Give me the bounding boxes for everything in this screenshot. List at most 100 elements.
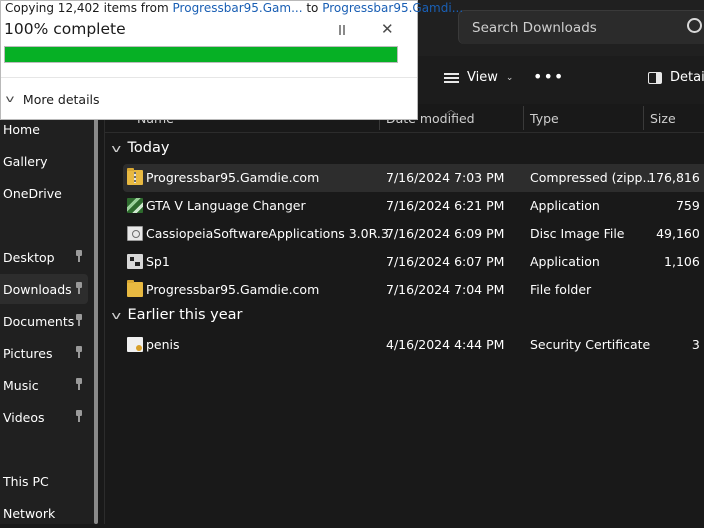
gta-app-icon	[127, 198, 143, 213]
table-row[interactable]: penis 4/16/2024 4:44 PM Security Certifica…	[123, 331, 704, 359]
file-name: CassiopeiaSoftwareApplications 3.0R.3	[146, 226, 389, 241]
dialog-divider	[1, 77, 417, 78]
view-label: View	[467, 70, 498, 85]
source-link[interactable]: Progressbar95.Gam...	[173, 1, 303, 15]
pin-icon	[74, 410, 84, 422]
copy-prefix: Copying 12,402 items from	[5, 1, 173, 15]
search-box[interactable]: Search Downloads	[458, 10, 704, 44]
file-size: 49,160 K	[656, 226, 704, 241]
file-name: GTA V Language Changer	[146, 198, 306, 213]
file-date: 4/16/2024 4:44 PM	[386, 337, 505, 352]
sidebar-item-gallery[interactable]: Gallery	[0, 146, 88, 176]
details-label: Details	[670, 70, 704, 85]
file-type: Application	[530, 254, 600, 269]
file-name: Progressbar95.Gamdie.com	[146, 170, 320, 185]
table-row[interactable]: Progressbar95.Gamdie.com 7/16/2024 7:03 P…	[123, 164, 704, 192]
file-type: Security Certificate	[530, 337, 651, 352]
file-date: 7/16/2024 6:09 PM	[386, 226, 505, 241]
group-label: Today	[127, 140, 170, 156]
search-icon[interactable]	[687, 18, 702, 33]
sidebar-item-this-pc[interactable]: This PC	[0, 466, 88, 496]
more-details-toggle[interactable]: v More details	[5, 92, 100, 107]
pin-icon	[74, 250, 84, 262]
navigation-pane: Home Gallery OneDrive Desktop Downloads Docum…	[0, 104, 96, 524]
progress-bar	[4, 46, 398, 63]
file-list: ︿ Name Date modified Type Size vTodayPro…	[105, 104, 704, 524]
close-icon[interactable]: ✕	[381, 20, 394, 38]
sidebar-item-label: Pictures	[3, 345, 53, 361]
sidebar-item-desktop[interactable]: Desktop	[0, 242, 88, 272]
sidebar-item-label: Downloads	[3, 281, 72, 297]
sidebar-item-label: Music	[3, 377, 39, 393]
file-size: 3 K	[691, 337, 704, 352]
table-row[interactable]: Progressbar95.Gamdie.com 7/16/2024 7:04 P…	[123, 276, 704, 304]
file-size: 759 K	[675, 198, 704, 213]
file-date: 7/16/2024 7:03 PM	[386, 170, 505, 185]
file-name: Sp1	[146, 254, 170, 269]
sidebar-item-label: This PC	[3, 473, 49, 489]
sidebar-item-music[interactable]: Music	[0, 370, 88, 400]
percent-complete: 100% complete	[4, 20, 126, 38]
pin-icon	[74, 346, 84, 358]
file-type: Compressed (zipp...	[530, 170, 655, 185]
disc-image-icon	[127, 226, 143, 241]
sidebar-item-pictures[interactable]: Pictures	[0, 338, 88, 368]
table-row[interactable]: Sp1 7/16/2024 6:07 PM Application 1,106 K	[123, 248, 704, 276]
sidebar-item-label: Videos	[3, 409, 45, 425]
pin-icon	[74, 314, 84, 326]
sidebar-item-label: Gallery	[3, 153, 48, 169]
copy-progress-dialog: Copying 12,402 items from Progressbar95.…	[0, 0, 463, 120]
to-word: to	[302, 1, 323, 15]
sidebar-item-label: OneDrive	[3, 185, 62, 201]
column-header-size[interactable]: Size	[650, 111, 676, 126]
more-details-label: More details	[22, 92, 100, 107]
destination-link[interactable]: Progressbar95.Gamdi...	[322, 1, 463, 15]
file-type: Disc Image File	[530, 226, 625, 241]
details-pane-icon	[648, 71, 662, 84]
file-name: penis	[146, 337, 180, 352]
file-name: Progressbar95.Gamdie.com	[146, 282, 320, 297]
column-separator[interactable]	[523, 106, 524, 130]
file-date: 7/16/2024 7:04 PM	[386, 282, 505, 297]
more-options-button[interactable]: •••	[533, 67, 564, 86]
chevron-down-icon: v	[111, 308, 122, 322]
search-placeholder: Search Downloads	[472, 19, 597, 36]
chevron-down-icon: ⌄	[505, 72, 514, 83]
details-pane-button[interactable]: Details	[648, 70, 704, 85]
column-header-type[interactable]: Type	[530, 111, 559, 126]
group-header[interactable]: v Earlier this year	[111, 307, 243, 323]
zip-icon	[127, 168, 143, 185]
sidebar-item-label: Home	[3, 121, 40, 137]
sidebar-item-downloads[interactable]: Downloads	[0, 274, 88, 304]
chevron-down-icon: v	[111, 141, 122, 155]
file-type: File folder	[530, 282, 592, 297]
nav-scrollbar[interactable]	[94, 112, 98, 524]
table-row[interactable]: GTA V Language Changer 7/16/2024 6:21 PM A…	[123, 192, 704, 220]
file-size: 1,106 K	[664, 254, 704, 269]
pin-icon	[74, 378, 84, 390]
group-header[interactable]: v Today	[111, 140, 170, 156]
file-date: 7/16/2024 6:07 PM	[386, 254, 505, 269]
table-row[interactable]: CassiopeiaSoftwareApplications 3.0R.3 7/1…	[123, 220, 704, 248]
app-icon	[127, 254, 143, 269]
group-label: Earlier this year	[127, 307, 243, 323]
file-date: 7/16/2024 6:21 PM	[386, 198, 505, 213]
sidebar-item-onedrive[interactable]: OneDrive	[0, 178, 88, 208]
copy-status-text: Copying 12,402 items from Progressbar95.…	[5, 1, 463, 15]
view-button[interactable]: View ⌄	[444, 70, 513, 85]
folder-icon	[127, 280, 143, 297]
file-size: 176,816 K	[648, 170, 704, 185]
sidebar-item-label: Desktop	[3, 249, 55, 265]
pin-icon	[74, 282, 84, 294]
column-separator[interactable]	[643, 106, 644, 130]
sidebar-item-documents[interactable]: Documents	[0, 306, 88, 336]
sidebar-item-videos[interactable]: Videos	[0, 402, 88, 432]
sidebar-item-label: Network	[3, 505, 56, 521]
sidebar-item-label: Documents	[3, 313, 75, 329]
certificate-icon	[127, 337, 143, 352]
pause-icon[interactable]	[337, 25, 347, 35]
file-type: Application	[530, 198, 600, 213]
more-options-icon: •••	[533, 67, 565, 86]
progress-fill	[5, 47, 397, 62]
chevron-down-icon: v	[5, 94, 15, 105]
